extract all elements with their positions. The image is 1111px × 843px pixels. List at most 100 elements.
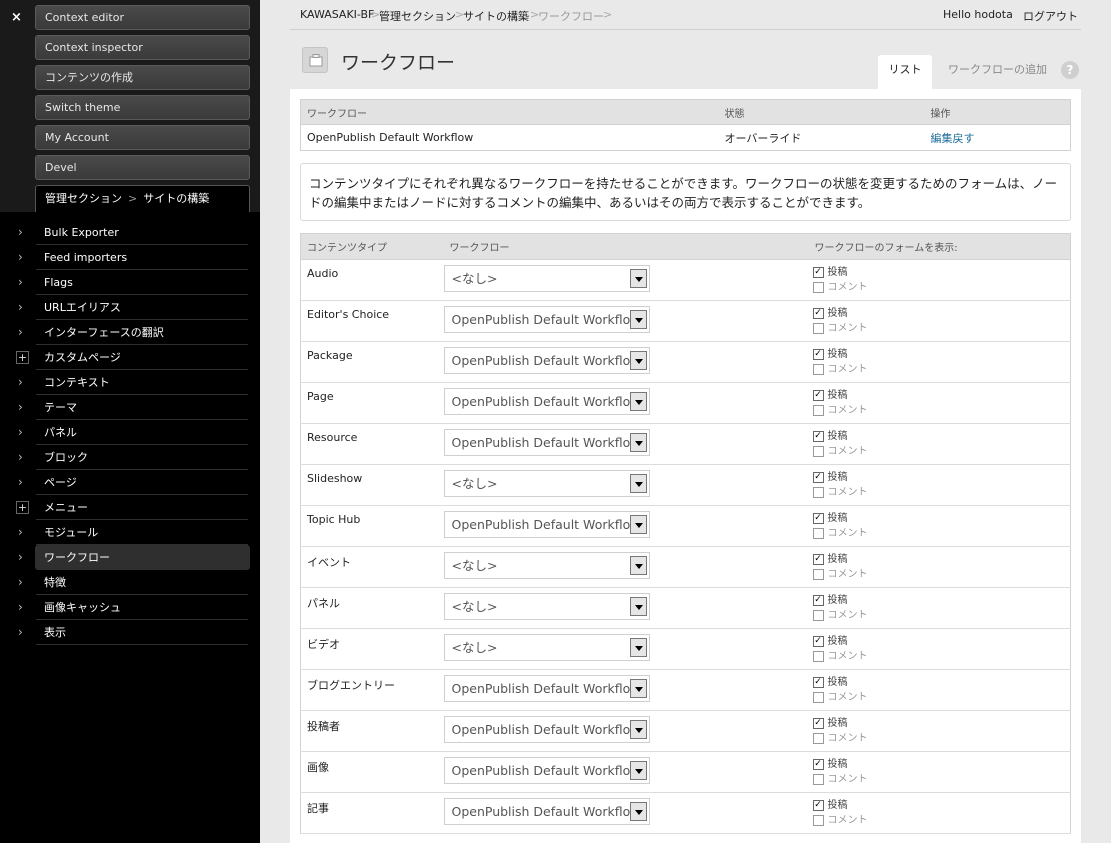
comment-checkbox-row[interactable]: コメント <box>812 444 1071 459</box>
sidebar-breadcrumb-site-building[interactable]: サイトの構築 <box>143 192 209 205</box>
comment-checkbox-row[interactable]: コメント <box>812 526 1071 541</box>
comment-checkbox-row[interactable]: コメント <box>812 403 1071 418</box>
chevron-down-icon[interactable] <box>629 679 647 698</box>
comment-checkbox-row[interactable]: コメント <box>812 362 1071 377</box>
post-checkbox-row[interactable]: ✓ 投稿 <box>812 388 1071 403</box>
post-checkbox[interactable]: ✓ <box>812 267 824 278</box>
post-checkbox-row[interactable]: ✓ 投稿 <box>812 347 1071 362</box>
post-checkbox-row[interactable]: ✓ 投稿 <box>812 306 1071 321</box>
post-checkbox-row[interactable]: ✓ 投稿 <box>812 552 1071 567</box>
chevron-right-icon[interactable]: › <box>18 445 23 470</box>
sidebar-item[interactable]: › 表示 <box>0 620 260 645</box>
chevron-right-icon[interactable]: › <box>18 220 23 245</box>
chevron-down-icon[interactable] <box>629 515 647 534</box>
comment-checkbox[interactable] <box>812 774 824 785</box>
comment-checkbox[interactable] <box>812 610 824 621</box>
comment-checkbox[interactable] <box>812 528 824 539</box>
switch-theme-button[interactable]: Switch theme <box>35 95 250 120</box>
post-checkbox-row[interactable]: ✓ 投稿 <box>812 511 1071 526</box>
chevron-right-icon[interactable]: › <box>18 295 23 320</box>
post-checkbox-row[interactable]: ✓ 投稿 <box>812 265 1071 280</box>
sidebar-breadcrumb[interactable]: 管理セクション > サイトの構築 <box>35 185 250 212</box>
context-inspector-button[interactable]: Context inspector <box>35 35 250 60</box>
comment-checkbox[interactable] <box>812 364 824 375</box>
post-checkbox[interactable]: ✓ <box>812 677 824 688</box>
plus-icon[interactable]: + <box>16 501 29 514</box>
workflow-select[interactable]: OpenPublish Default Workflow <box>443 429 650 456</box>
comment-checkbox-row[interactable]: コメント <box>812 567 1071 582</box>
sidebar-item[interactable]: + カスタムページ <box>0 345 260 370</box>
devel-button[interactable]: Devel <box>35 155 250 180</box>
sidebar-item[interactable]: › モジュール <box>0 520 260 545</box>
post-checkbox[interactable]: ✓ <box>812 554 824 565</box>
chevron-down-icon[interactable] <box>629 556 647 575</box>
comment-checkbox[interactable] <box>812 446 824 457</box>
chevron-down-icon[interactable] <box>629 761 647 780</box>
chevron-right-icon[interactable]: › <box>18 270 23 295</box>
post-checkbox[interactable]: ✓ <box>812 800 824 811</box>
chevron-down-icon[interactable] <box>629 802 647 821</box>
comment-checkbox[interactable] <box>812 733 824 744</box>
sidebar-item[interactable]: › URLエイリアス <box>0 295 260 320</box>
sidebar-item[interactable]: › インターフェースの翻訳 <box>0 320 260 345</box>
post-checkbox[interactable]: ✓ <box>812 390 824 401</box>
post-checkbox[interactable]: ✓ <box>812 636 824 647</box>
sidebar-item[interactable]: › パネル <box>0 420 260 445</box>
comment-checkbox-row[interactable]: コメント <box>812 280 1071 295</box>
comment-checkbox[interactable] <box>812 815 824 826</box>
comment-checkbox-row[interactable]: コメント <box>812 690 1071 705</box>
chevron-right-icon[interactable]: › <box>18 595 23 620</box>
my-account-button[interactable]: My Account <box>35 125 250 150</box>
chevron-down-icon[interactable] <box>629 351 647 370</box>
post-checkbox[interactable]: ✓ <box>812 308 824 319</box>
logout-link[interactable]: ログアウト <box>1023 8 1078 24</box>
post-checkbox[interactable]: ✓ <box>812 472 824 483</box>
workflow-select[interactable]: OpenPublish Default Workflow <box>443 757 650 784</box>
user-greeting[interactable]: Hello hodota <box>943 8 1013 21</box>
edit-revert-link[interactable]: 編集戻す <box>931 132 975 145</box>
sidebar-item[interactable]: › ブロック <box>0 445 260 470</box>
post-checkbox[interactable]: ✓ <box>812 513 824 524</box>
comment-checkbox[interactable] <box>812 651 824 662</box>
tab-list[interactable]: リスト <box>878 55 932 89</box>
sidebar-item[interactable]: › 画像キャッシュ <box>0 595 260 620</box>
sidebar-item[interactable]: › Feed importers <box>0 245 260 270</box>
breadcrumb-admin[interactable]: 管理セクション <box>379 8 456 24</box>
post-checkbox-row[interactable]: ✓ 投稿 <box>812 470 1071 485</box>
chevron-right-icon[interactable]: › <box>18 245 23 270</box>
workflow-select[interactable]: OpenPublish Default Workflow <box>443 306 650 333</box>
chevron-right-icon[interactable]: › <box>18 395 23 420</box>
sidebar-item[interactable]: › ページ <box>0 470 260 495</box>
tab-add-workflow[interactable]: ワークフローの追加 <box>936 55 1059 89</box>
chevron-down-icon[interactable] <box>629 433 647 452</box>
workflow-select[interactable]: OpenPublish Default Workflow <box>443 798 650 825</box>
workflow-select[interactable]: OpenPublish Default Workflow <box>443 511 650 538</box>
chevron-right-icon[interactable]: › <box>18 320 23 345</box>
close-icon[interactable]: × <box>11 10 22 25</box>
chevron-down-icon[interactable] <box>629 269 647 288</box>
chevron-right-icon[interactable]: › <box>18 620 23 645</box>
workflow-select[interactable]: OpenPublish Default Workflow <box>443 388 650 415</box>
help-icon[interactable]: ? <box>1061 61 1079 79</box>
comment-checkbox[interactable] <box>812 487 824 498</box>
post-checkbox[interactable]: ✓ <box>812 595 824 606</box>
comment-checkbox-row[interactable]: コメント <box>812 485 1071 500</box>
chevron-right-icon[interactable]: › <box>18 420 23 445</box>
post-checkbox[interactable]: ✓ <box>812 349 824 360</box>
chevron-down-icon[interactable] <box>629 310 647 329</box>
chevron-right-icon[interactable]: › <box>18 545 23 570</box>
comment-checkbox-row[interactable]: コメント <box>812 608 1071 623</box>
chevron-down-icon[interactable] <box>629 720 647 739</box>
chevron-down-icon[interactable] <box>629 638 647 657</box>
chevron-down-icon[interactable] <box>629 597 647 616</box>
chevron-right-icon[interactable]: › <box>18 470 23 495</box>
post-checkbox[interactable]: ✓ <box>812 759 824 770</box>
chevron-right-icon[interactable]: › <box>18 520 23 545</box>
post-checkbox-row[interactable]: ✓ 投稿 <box>812 757 1071 772</box>
context-editor-button[interactable]: Context editor <box>35 5 250 30</box>
workflow-select[interactable]: <なし> <box>443 552 650 579</box>
sidebar-item[interactable]: › Flags <box>0 270 260 295</box>
plus-icon[interactable]: + <box>16 351 29 364</box>
workflow-select[interactable]: OpenPublish Default Workflow <box>443 716 650 743</box>
comment-checkbox[interactable] <box>812 282 824 293</box>
